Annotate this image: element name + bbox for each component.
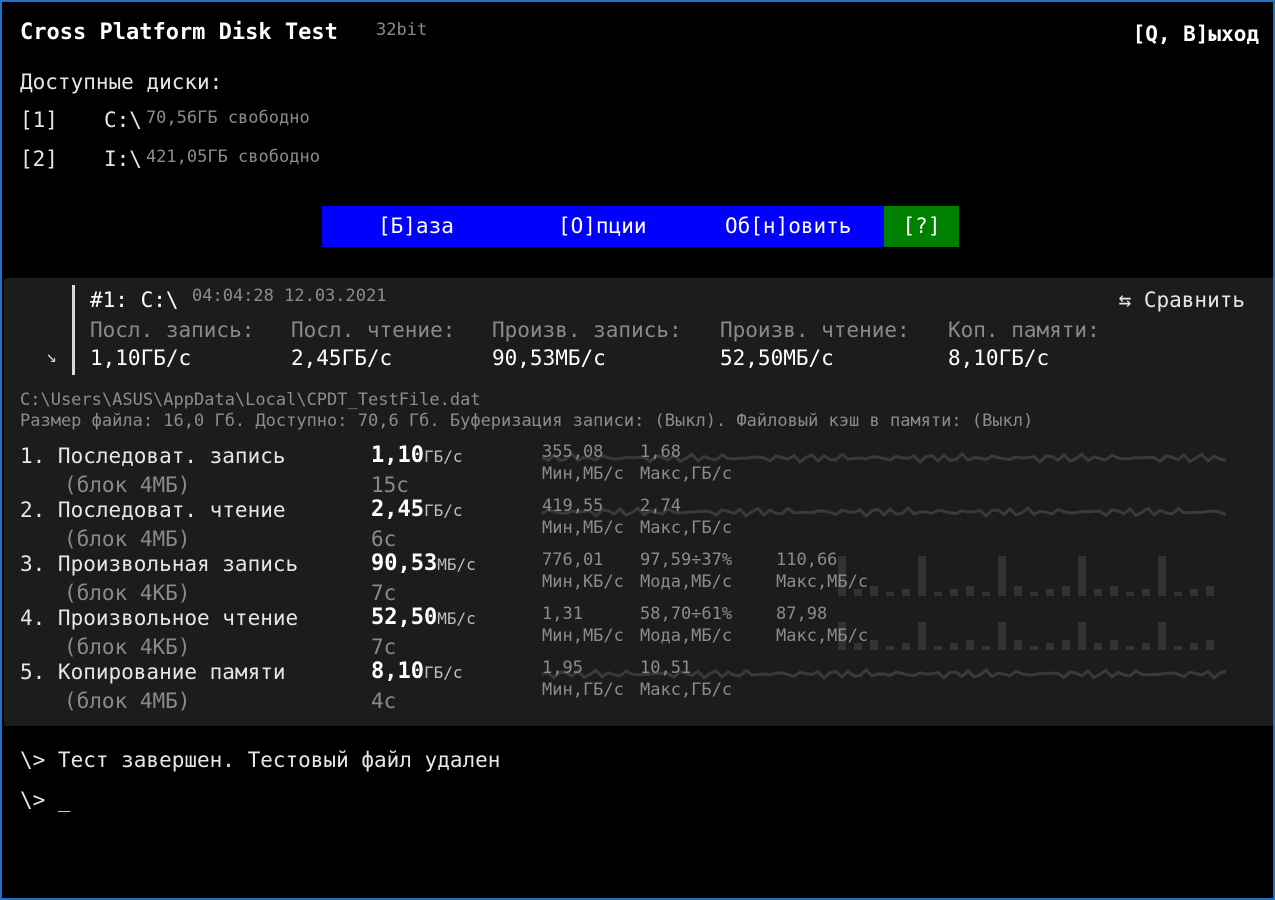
test-speed-value: 52,50 [371, 605, 438, 630]
test-speed: 52,50МБ/с [371, 605, 476, 630]
compare-button[interactable]: ⇆ Сравнить [1119, 288, 1245, 312]
test-duration: 15с [371, 473, 409, 497]
test-name: 4. Произвольное чтение [20, 606, 299, 630]
stat-value: 419,55 [542, 496, 604, 516]
arrow-down-right-icon[interactable]: ↘ [46, 346, 57, 367]
test-speed: 8,10ГБ/с [371, 659, 463, 684]
summary-label: Коп. памяти: [948, 318, 1100, 342]
stat-value: 1,31 [542, 604, 583, 624]
stat-value: 58,70÷61% [640, 604, 733, 624]
results-panel: ↘ #1: C:\ 04:04:28 12.03.2021 ⇆ Сравнить… [4, 278, 1273, 726]
exit-button[interactable]: [Q, В]ыход [1133, 22, 1259, 46]
drive-free: 70,56ГБ свободно [145, 108, 310, 128]
summary-label: Посл. чтение: [291, 318, 456, 342]
test-file-path: C:\Users\ASUS\AppData\Local\CPDT_TestFil… [20, 390, 481, 410]
summary-label: Посл. запись: [90, 318, 255, 342]
test-block-size: (блок 4МБ) [64, 473, 191, 497]
summary-value: 90,53МБ/с [492, 346, 606, 370]
menu-main: [Б]аза [О]пции Об[н]овить [322, 206, 884, 247]
stat-value: 97,59÷37% [640, 550, 733, 570]
help-button[interactable]: [?] [884, 206, 959, 247]
drive-item-i[interactable]: [2] I:\ 421,05ГБ свободно [20, 147, 320, 171]
test-speed-value: 8,10 [371, 659, 424, 684]
test-speed-unit: МБ/с [437, 555, 476, 574]
test-name: 3. Произвольная запись [20, 552, 299, 576]
test-file-info: Размер файла: 16,0 Гб. Доступно: 70,6 Гб… [20, 411, 1034, 431]
summary-value: 1,10ГБ/с [90, 346, 192, 370]
stat-value: 1,68 [640, 442, 681, 462]
stat-label: Мин,МБ/с [542, 626, 624, 646]
run-datetime: 04:04:28 12.03.2021 [192, 286, 387, 306]
test-speed-unit: МБ/с [437, 609, 476, 628]
speed-graph-line [838, 622, 1214, 650]
test-name: 2. Последоват. чтение [20, 498, 286, 522]
test-block-size: (блок 4КБ) [64, 581, 191, 605]
stat-label: Мин,ГБ/с [542, 680, 624, 700]
test-speed: 2,45ГБ/с [371, 497, 463, 522]
test-duration: 4с [371, 689, 397, 713]
stat-label: Макс,ГБ/с [640, 518, 733, 538]
stat-label: Макс,ГБ/с [640, 464, 733, 484]
stat-label: Мин,КБ/с [542, 572, 624, 592]
run-id: #1: C:\ [90, 288, 179, 312]
test-name: 5. Копирование памяти [20, 660, 286, 684]
summary-label: Произв. чтение: [720, 318, 910, 342]
test-speed-unit: ГБ/с [423, 501, 463, 520]
stat-label: Мин,МБ/с [542, 464, 624, 484]
stat-label: Мода,МБ/с [640, 626, 733, 646]
test-block-size: (блок 4МБ) [64, 527, 191, 551]
test-block-size: (блок 4КБ) [64, 635, 191, 659]
test-speed-value: 90,53 [371, 551, 438, 576]
drive-path: I:\ [104, 147, 142, 171]
app-title: Cross Platform Disk Test [20, 20, 338, 45]
stat-value: 110,66 [776, 550, 838, 570]
stat-value: 776,01 [542, 550, 604, 570]
test-speed-value: 1,10 [371, 443, 424, 468]
menu-bar: [Б]аза [О]пции Об[н]овить [?] [322, 206, 959, 247]
run-indicator-bar [72, 285, 75, 375]
stat-label: Макс,МБ/с [776, 626, 869, 646]
stat-label: Мин,МБ/с [542, 518, 624, 538]
summary-value: 8,10ГБ/с [948, 346, 1050, 370]
menu-refresh[interactable]: Об[н]овить [725, 206, 851, 247]
menu-options[interactable]: [О]пции [558, 206, 647, 247]
summary-value: 52,50МБ/с [720, 346, 834, 370]
speed-graph-line [838, 556, 1214, 596]
drive-index: [1] [20, 108, 58, 132]
stat-value: 2,74 [640, 496, 681, 516]
test-speed-value: 2,45 [371, 497, 424, 522]
test-name: 1. Последоват. запись [20, 444, 286, 468]
summary-value: 2,45ГБ/с [291, 346, 393, 370]
stat-value: 10,51 [640, 658, 692, 678]
test-duration: 7с [371, 581, 397, 605]
app-window: Cross Platform Disk Test 32bit [Q, В]ыхо… [0, 0, 1275, 900]
menu-base[interactable]: [Б]аза [378, 206, 454, 247]
stat-label: Макс,ГБ/с [640, 680, 733, 700]
test-speed: 90,53МБ/с [371, 551, 476, 576]
summary-label: Произв. запись: [492, 318, 682, 342]
test-block-size: (блок 4МБ) [64, 689, 191, 713]
console-line: \> Тест завершен. Тестовый файл удален [20, 748, 501, 772]
console-prompt[interactable]: \> _ [20, 788, 71, 812]
drive-free: 421,05ГБ свободно [145, 147, 320, 167]
stat-label: Макс,МБ/с [776, 572, 869, 592]
stat-value: 87,98 [776, 604, 828, 624]
test-duration: 7с [371, 635, 397, 659]
stat-label: Мода,МБ/с [640, 572, 733, 592]
bitness-label: 32bit [376, 20, 428, 40]
test-speed-unit: ГБ/с [423, 663, 463, 682]
drive-path: C:\ [104, 108, 142, 132]
test-duration: 6с [371, 527, 397, 551]
test-speed: 1,10ГБ/с [371, 443, 463, 468]
drives-label: Доступные диски: [20, 70, 223, 94]
test-speed-unit: ГБ/с [423, 447, 463, 466]
stat-value: 355,08 [542, 442, 604, 462]
stat-value: 1,95 [542, 658, 583, 678]
drive-index: [2] [20, 147, 58, 171]
drive-item-c[interactable]: [1] C:\ 70,56ГБ свободно [20, 108, 310, 132]
